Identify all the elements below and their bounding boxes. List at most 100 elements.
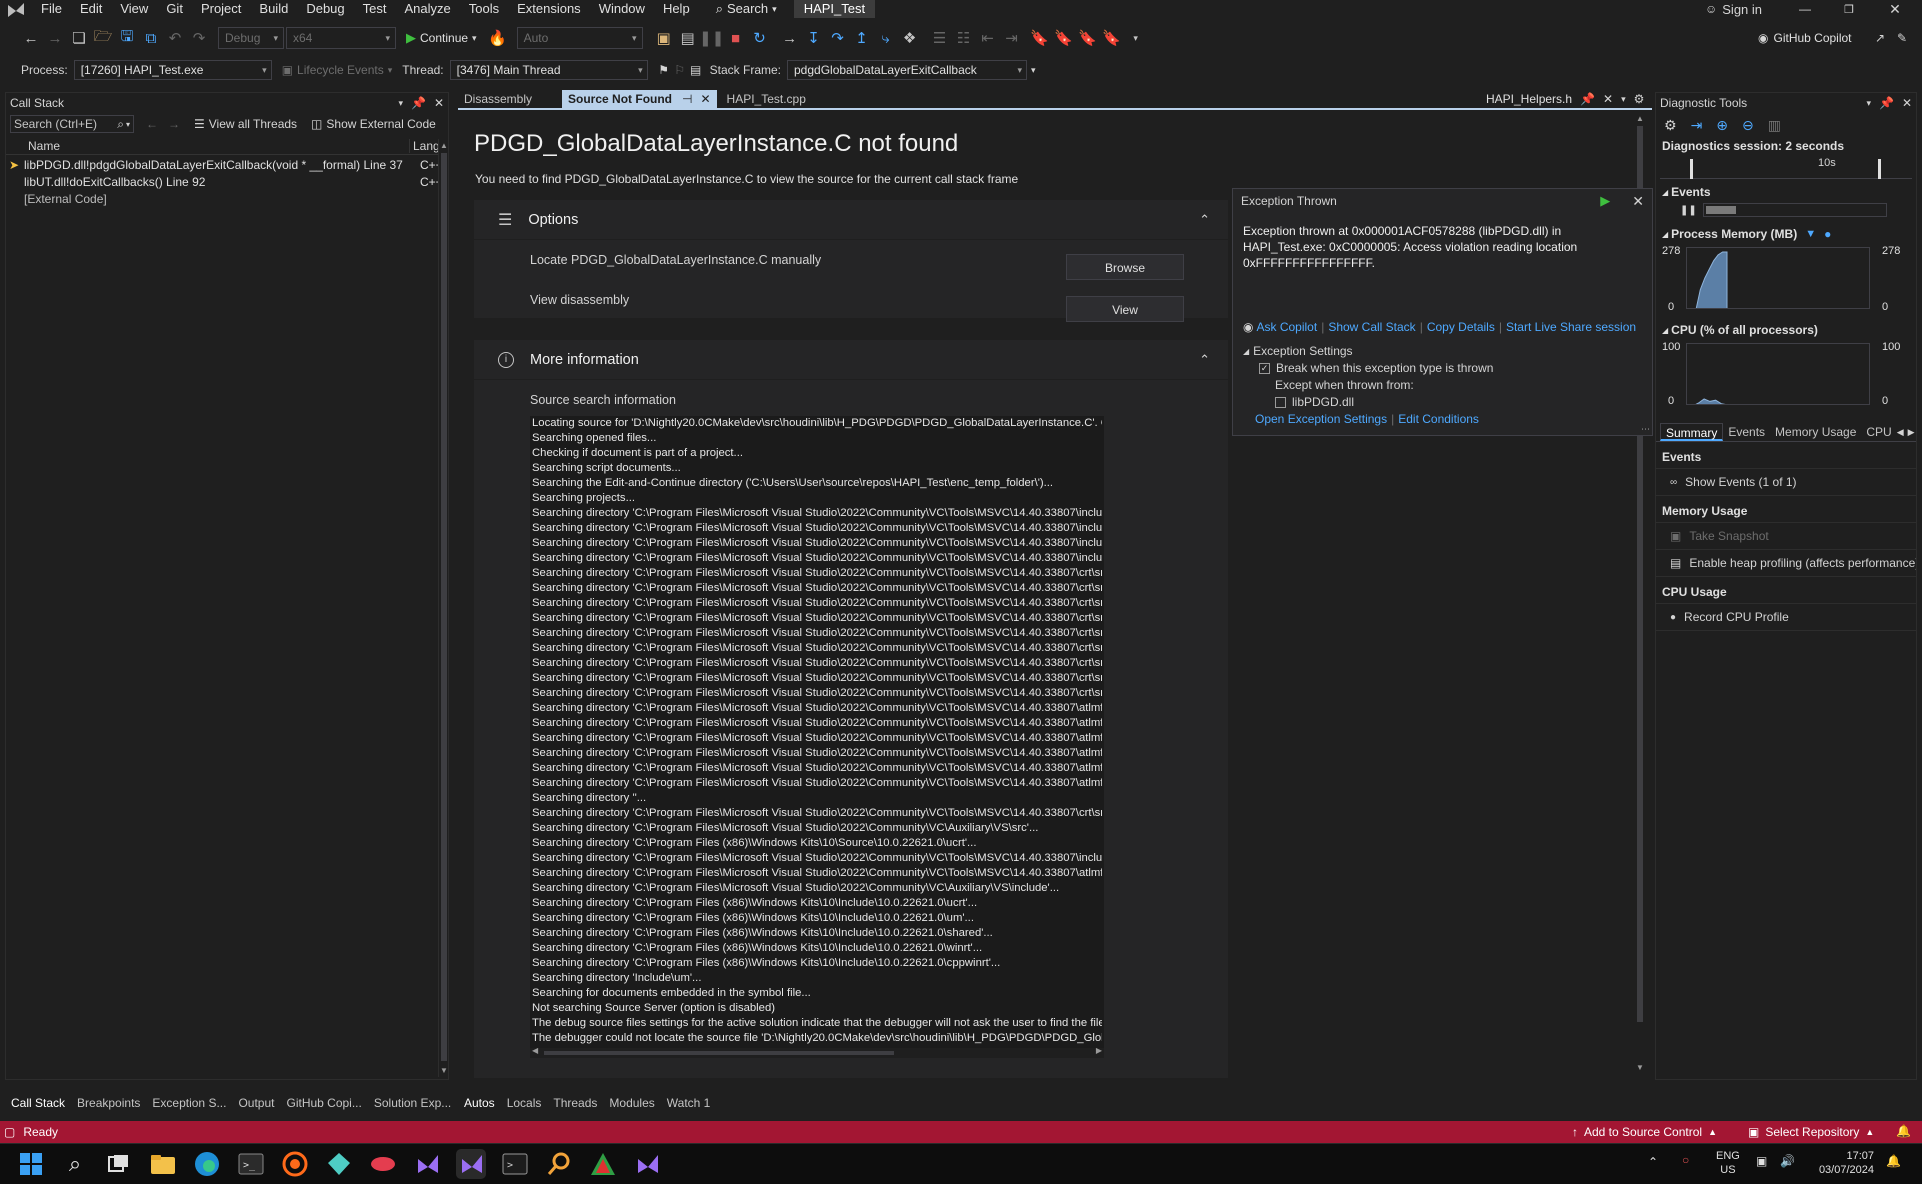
- add-to-source-control-button[interactable]: ↑ Add to Source Control ▲: [1572, 1121, 1717, 1143]
- restart-icon[interactable]: ↻: [749, 27, 771, 49]
- resize-grip-icon[interactable]: ⋯: [1641, 424, 1650, 435]
- close-icon[interactable]: ✕: [700, 90, 710, 108]
- tab-call-stack[interactable]: Call Stack: [5, 1094, 71, 1112]
- timeline-ruler[interactable]: 10s: [1660, 155, 1912, 179]
- step-over-icon[interactable]: ↷: [827, 27, 849, 49]
- chevron-up-icon[interactable]: ⌃: [1199, 352, 1210, 368]
- zoom-out-icon[interactable]: ⊖: [1742, 117, 1754, 134]
- column-header-lang[interactable]: Lang: [409, 138, 440, 153]
- arrow-left-icon[interactable]: ←: [146, 117, 158, 131]
- app-teal-icon[interactable]: [324, 1149, 354, 1179]
- step-into-icon[interactable]: ↧: [803, 27, 825, 49]
- language-indicator[interactable]: ENG US: [1716, 1149, 1740, 1177]
- hot-path-icon[interactable]: ⤷: [875, 27, 897, 49]
- gear-icon[interactable]: ⚙: [1664, 117, 1677, 134]
- tab-solution-explorer[interactable]: Solution Exp...: [368, 1094, 457, 1112]
- tab-watch-1[interactable]: Watch 1: [661, 1094, 717, 1112]
- heap-profiling-button[interactable]: ▤ Enable heap profiling (affects perform…: [1656, 550, 1916, 577]
- close-window-icon[interactable]: ✕: [1880, 0, 1910, 18]
- platform-select[interactable]: x64 ▾: [286, 27, 396, 49]
- chart-icon[interactable]: ▥: [1768, 117, 1781, 134]
- pin-icon[interactable]: 📌: [1580, 92, 1595, 106]
- prev-bookmark-icon[interactable]: 🔖: [1053, 27, 1075, 49]
- lifecycle-events-button[interactable]: ▣ Lifecycle Events ▾: [282, 63, 393, 77]
- checkbox-checked[interactable]: ✓: [1259, 362, 1270, 374]
- panel-menu-icon[interactable]: ▾: [1866, 98, 1871, 109]
- copy-details-link[interactable]: Copy Details: [1427, 320, 1495, 334]
- timeline-start-marker[interactable]: [1690, 159, 1693, 179]
- app-red-icon[interactable]: [368, 1149, 398, 1179]
- column-header-name[interactable]: Name: [6, 139, 409, 153]
- stack-frame-select[interactable]: pdgdGlobalDataLayerExitCallback ▾: [787, 60, 1027, 80]
- tab-cpu[interactable]: CPU: [1861, 423, 1896, 441]
- console-icon[interactable]: >: [500, 1149, 530, 1179]
- step-out-icon[interactable]: ↥: [851, 27, 873, 49]
- comment-icon[interactable]: ☰: [929, 27, 951, 49]
- flag-thread-icon[interactable]: ⚑: [656, 63, 672, 77]
- continue-button[interactable]: ▶ Continue ▾: [406, 27, 477, 49]
- process-icon[interactable]: ▣: [653, 27, 675, 49]
- show-call-stack-link[interactable]: Show Call Stack: [1328, 320, 1415, 334]
- indent-icon[interactable]: ⇥: [1001, 27, 1023, 49]
- cpu-header[interactable]: ◢ CPU (% of all processors): [1656, 323, 1916, 337]
- call-stack-search-input[interactable]: Search (Ctrl+E) ⌕ ▾: [10, 115, 134, 133]
- volume-icon[interactable]: 🔊: [1780, 1154, 1795, 1168]
- windows-start-icon[interactable]: [16, 1149, 46, 1179]
- tab-source-not-found[interactable]: Source Not Found ⊣ ✕: [562, 90, 717, 108]
- timeline-end-marker[interactable]: [1878, 159, 1881, 179]
- take-snapshot-button[interactable]: ▣ Take Snapshot: [1656, 523, 1916, 550]
- scrollbar-thumb[interactable]: [544, 1051, 894, 1055]
- menu-file[interactable]: File: [32, 0, 71, 18]
- tray-overflow-icon[interactable]: ⌃: [1648, 1155, 1658, 1169]
- flag-only-icon[interactable]: ⚐: [672, 63, 688, 77]
- visual-studio-active-icon[interactable]: [456, 1149, 486, 1179]
- table-row[interactable]: ➤ libPDGD.dll!pdgdGlobalDataLayerExitCal…: [6, 157, 448, 174]
- next-bookmark-icon[interactable]: 🔖: [1077, 27, 1099, 49]
- search-tool-icon[interactable]: [544, 1149, 574, 1179]
- network-icon[interactable]: ▣: [1756, 1154, 1767, 1168]
- tab-memory-usage[interactable]: Memory Usage: [1770, 423, 1861, 441]
- bookmark-icon[interactable]: 🔖: [1029, 27, 1051, 49]
- tab-summary[interactable]: Summary: [1660, 423, 1724, 441]
- chevron-up-icon[interactable]: ⌃: [1199, 212, 1210, 228]
- live-share-link[interactable]: Start Live Share session: [1506, 320, 1636, 334]
- app-triangle-icon[interactable]: [588, 1149, 618, 1179]
- events-bar[interactable]: [1702, 203, 1887, 217]
- back-icon[interactable]: ←: [20, 27, 42, 49]
- scrollbar-thumb[interactable]: [441, 153, 447, 1061]
- visual-studio-logo-icon[interactable]: [0, 0, 32, 18]
- select-repository-button[interactable]: ▣ Select Repository ▲: [1748, 1121, 1874, 1143]
- edit-conditions-link[interactable]: Edit Conditions: [1398, 412, 1479, 426]
- call-stack-scrollbar[interactable]: ▲ ▼: [438, 139, 448, 1077]
- tab-autos[interactable]: Autos: [458, 1094, 501, 1112]
- save-icon[interactable]: 🖫: [116, 27, 138, 49]
- outdent-icon[interactable]: ⇤: [977, 27, 999, 49]
- minimize-icon[interactable]: —: [1790, 0, 1820, 18]
- search-icon[interactable]: ⌕: [60, 1149, 90, 1179]
- filter-icon[interactable]: ▼: [1805, 228, 1816, 240]
- edge-browser-icon[interactable]: [192, 1149, 222, 1179]
- tab-list-icon[interactable]: ▾: [1621, 94, 1626, 105]
- task-view-icon[interactable]: [104, 1149, 134, 1179]
- zoom-in-icon[interactable]: ⊕: [1716, 117, 1728, 134]
- more-info-header[interactable]: i More information ⌃: [474, 340, 1228, 380]
- menu-test[interactable]: Test: [354, 0, 396, 18]
- save-all-icon[interactable]: ⧉: [140, 27, 162, 49]
- ask-copilot-link[interactable]: Ask Copilot: [1256, 320, 1317, 334]
- checkbox-unchecked[interactable]: [1275, 396, 1286, 408]
- view-all-threads-button[interactable]: ☰ View all Threads: [194, 117, 297, 131]
- tab-scroll-left-icon[interactable]: ◀: [1897, 427, 1904, 438]
- clear-bookmarks-icon[interactable]: 🔖: [1101, 27, 1123, 49]
- undo-icon[interactable]: ↶: [164, 27, 186, 49]
- options-header[interactable]: ☰ Options ⌃: [474, 200, 1228, 240]
- github-copilot-button[interactable]: ◉ GitHub Copilot: [1758, 27, 1852, 49]
- tab-exception-settings[interactable]: Exception S...: [146, 1094, 232, 1112]
- notification-bell-icon[interactable]: 🔔: [1886, 1154, 1901, 1168]
- houdini-icon[interactable]: [280, 1149, 310, 1179]
- forward-icon[interactable]: →: [44, 27, 66, 49]
- auto-select[interactable]: Auto ▾: [516, 27, 643, 49]
- feedback-icon[interactable]: ✎: [1892, 27, 1912, 49]
- global-search[interactable]: ⌕ Search ▾: [707, 0, 786, 18]
- table-row[interactable]: libUT.dll!doExitCallbacks() Line 92 C++: [6, 174, 448, 191]
- tab-disassembly[interactable]: Disassembly: [458, 90, 538, 108]
